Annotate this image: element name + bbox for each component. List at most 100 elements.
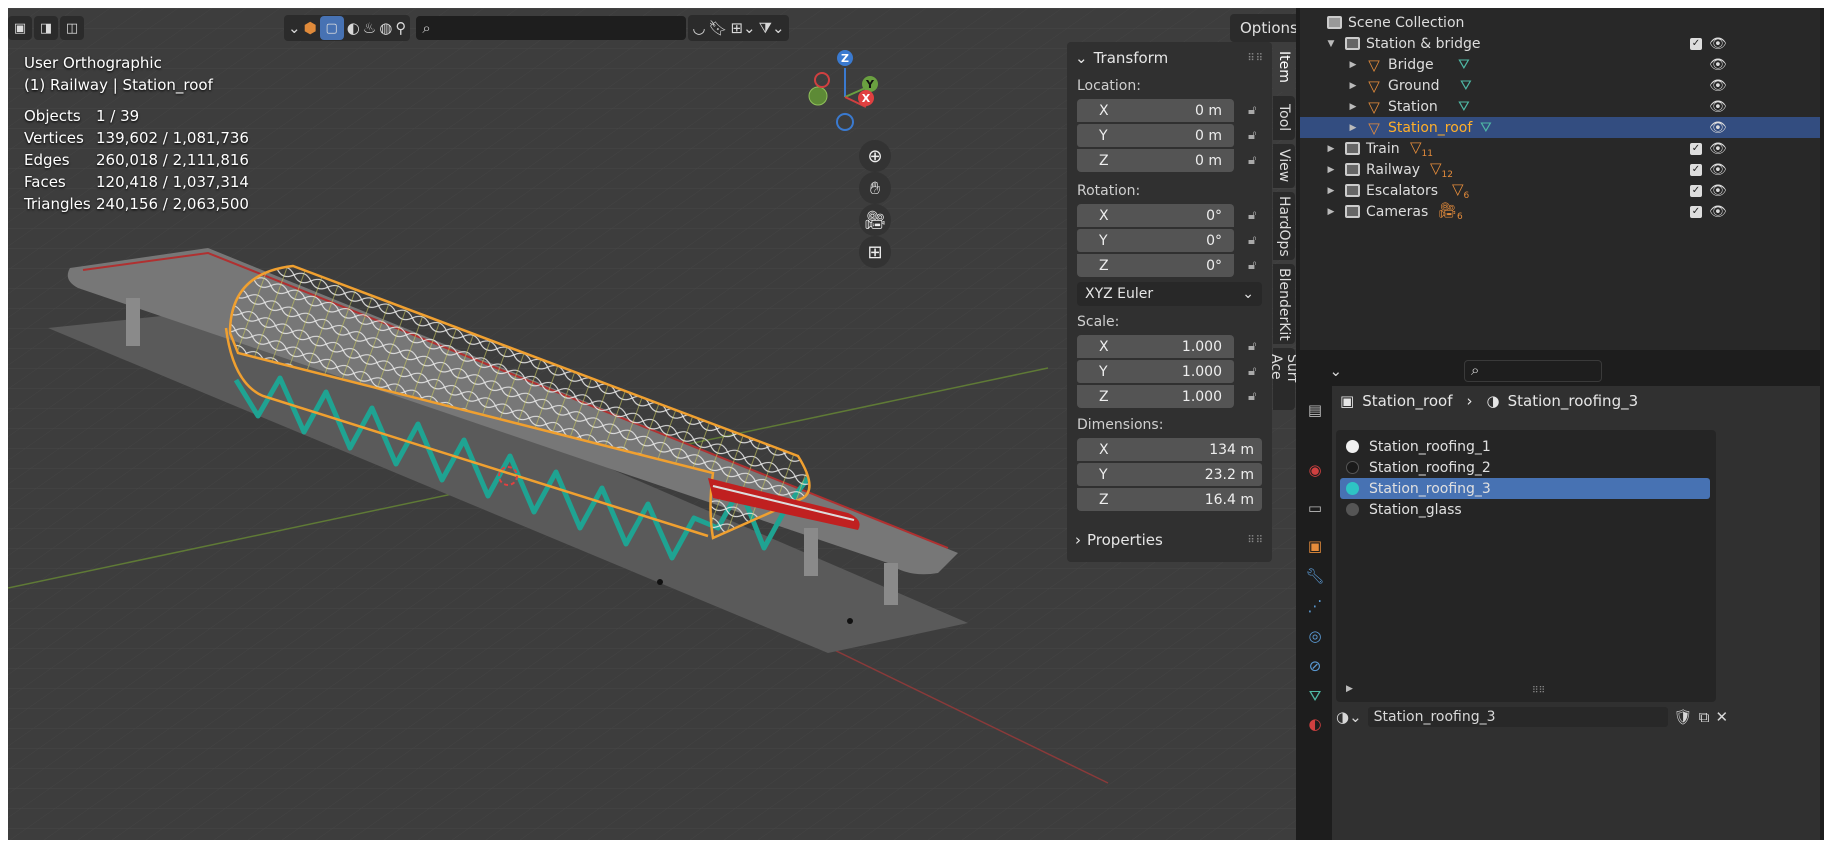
select-extend-icon[interactable]: ◨ (34, 16, 58, 40)
eye-icon[interactable]: 👁︎ (1709, 204, 1727, 220)
expand-right-icon[interactable]: ▶ (1324, 207, 1338, 217)
eye-icon[interactable]: 👁︎ (1709, 183, 1727, 199)
rotation-mode-dropdown[interactable]: XYZ Euler ⌄ (1077, 282, 1262, 306)
lock-icon[interactable]: 🔓︎ (1248, 364, 1256, 379)
mesh-data-icon[interactable]: ⛛ (1480, 120, 1492, 136)
rotation-x-field[interactable]: X 0° 🔓︎ (1067, 203, 1272, 228)
outliner-row-escalators[interactable]: ▶ Escalators ▽6 ✓ 👁︎ (1300, 180, 1820, 201)
modifier-tab-icon[interactable]: 🔧︎ (1305, 566, 1325, 586)
eye-icon[interactable]: 👁︎ (1709, 99, 1727, 115)
lock-icon[interactable]: 🔓︎ (1248, 258, 1256, 273)
collapse-icon[interactable]: ◡ (692, 19, 705, 37)
include-checkbox[interactable]: ✓ (1690, 205, 1702, 218)
scale-z-field[interactable]: Z 1.000 🔓︎ (1067, 384, 1272, 409)
mesh-data-icon[interactable]: ⛛ (1458, 57, 1470, 73)
expand-down-icon[interactable]: ▼ (1324, 39, 1338, 49)
tab-view[interactable]: View (1273, 144, 1295, 188)
include-checkbox[interactable]: ✓ (1690, 184, 1702, 197)
data-tab-icon[interactable]: ⛛ (1305, 686, 1325, 706)
material-slot[interactable]: Station_roofing_2 (1340, 457, 1710, 478)
object-tab-icon[interactable]: ▣ (1305, 536, 1325, 556)
hierarchy-icon[interactable]: ⊞⌄ (730, 19, 755, 37)
eye-icon[interactable]: 👁︎ (1709, 36, 1727, 52)
location-x-field[interactable]: X0 m 🔓︎ (1067, 98, 1272, 123)
eye-icon[interactable]: 👁︎ (1709, 120, 1727, 136)
expand-right-icon[interactable]: ▶ (1346, 102, 1360, 112)
viewport-search-field[interactable]: ⌕ (416, 16, 687, 40)
dimension-z-field[interactable]: Z 16.4 m (1067, 487, 1272, 512)
outliner-row-station[interactable]: ▶ ▽ Station ⛛ 👁︎ (1300, 96, 1820, 117)
include-checkbox[interactable]: ✓ (1690, 37, 1702, 50)
close-icon[interactable]: ✕ (1715, 708, 1728, 726)
outliner-row-cameras[interactable]: ▶ Cameras 🎥︎6 ✓ 👁︎ (1300, 201, 1820, 222)
pan-hand-icon[interactable]: ✋︎ (859, 172, 891, 204)
rendered-shading-icon[interactable]: ◍ (379, 19, 392, 37)
fake-user-icon[interactable]: 🛡︎ (1674, 708, 1693, 726)
rotation-z-field[interactable]: Z 0° 🔓︎ (1067, 253, 1272, 278)
particles-tab-icon[interactable]: ⋰ (1305, 596, 1325, 616)
properties-header[interactable]: › Properties ⠿⠿ (1067, 524, 1272, 556)
tab-blenderkit[interactable]: BlenderKit (1273, 264, 1295, 344)
expand-right-icon[interactable]: ▶ (1324, 165, 1338, 175)
lock-icon[interactable]: 🔓︎ (1248, 339, 1256, 354)
tab-hardops[interactable]: HardOps (1273, 192, 1295, 260)
lock-icon[interactable]: 🔓︎ (1248, 208, 1256, 223)
expand-right-icon[interactable]: ▶ (1346, 123, 1360, 133)
eye-icon[interactable]: 👁︎ (1709, 57, 1727, 73)
drag-handle-icon[interactable]: ⠿⠿ (1247, 53, 1264, 64)
eye-icon[interactable]: 👁︎ (1709, 162, 1727, 178)
world-tab-icon[interactable]: ◉ (1305, 460, 1325, 480)
material-slot[interactable]: Station_glass (1340, 499, 1710, 520)
filter-icon[interactable]: ⧩⌄ (759, 19, 785, 37)
outliner-row-train[interactable]: ▶ Train ▽11 ✓ 👁︎ (1300, 138, 1820, 159)
overlay-icon[interactable]: ⬢ (304, 19, 317, 37)
viewer-icon[interactable]: ⚲ (395, 19, 406, 37)
collection-tab-icon[interactable]: ▭ (1305, 498, 1325, 518)
select-box-icon[interactable]: ▣ (8, 16, 32, 40)
wireframe-shading-icon[interactable]: ▢ (319, 16, 344, 40)
mesh-data-icon[interactable]: ⛛ (1460, 78, 1472, 94)
outliner-row-ground[interactable]: ▶ ▽ Ground ⛛ 👁︎ (1300, 75, 1820, 96)
grid-toggle-icon[interactable]: ⊞ (859, 236, 891, 268)
duplicate-icon[interactable]: ⧉ (1699, 708, 1710, 726)
outliner[interactable]: Scene Collection ▼ Station & bridge ✓ 👁︎… (1300, 8, 1820, 350)
lock-icon[interactable]: 🔓︎ (1248, 389, 1256, 404)
scale-x-field[interactable]: X 1.000 🔓︎ (1067, 334, 1272, 359)
drag-handle-icon[interactable]: ⠿⠿ (1247, 535, 1264, 546)
include-checkbox[interactable]: ✓ (1690, 163, 1702, 176)
transform-header[interactable]: ⌄ Transform ⠿⠿ (1067, 42, 1272, 74)
location-y-field[interactable]: Y0 m 🔓︎ (1067, 123, 1272, 148)
tab-item[interactable]: Item (1273, 42, 1295, 92)
camera-icon[interactable]: 🎥︎ (859, 204, 891, 236)
options-button[interactable]: Options ⌄ (1230, 14, 1296, 42)
material-selector[interactable]: ◑⌄ Station_roofing_3 🛡︎ ⧉ ✕ (1336, 706, 1816, 728)
outliner-row-railway[interactable]: ▶ Railway ▽12 ✓ 👁︎ (1300, 159, 1820, 180)
material-tab-icon[interactable]: ◐ (1305, 714, 1325, 734)
3d-viewport[interactable]: Z Y X ▣ ◨ ◫ ⌄ ⬢ ▢ ◐ ♨ ◍ ⚲ ⌕ ◡ 🔖︎ ⊞⌄ ⧩⌄ O… (8, 8, 1296, 840)
lock-icon[interactable]: 🔓︎ (1248, 103, 1256, 118)
select-intersect-icon[interactable]: ◫ (60, 16, 84, 40)
physics-tab-icon[interactable]: ◎ (1305, 626, 1325, 646)
location-z-field[interactable]: Z0 m 🔓︎ (1067, 148, 1272, 173)
solid-shading-icon[interactable]: ◐ (347, 19, 360, 37)
bookmark-icon[interactable]: 🔖︎ (708, 19, 727, 37)
eye-icon[interactable]: 👁︎ (1709, 78, 1727, 94)
outliner-row-station-roof[interactable]: ▶ ▽ Station_roof ⛛ 👁︎ (1300, 117, 1820, 138)
material-browse-icon[interactable]: ◑⌄ (1336, 708, 1362, 726)
scene-collection-row[interactable]: Scene Collection (1320, 12, 1824, 33)
eye-icon[interactable]: 👁︎ (1709, 141, 1727, 157)
rotation-y-field[interactable]: Y 0° 🔓︎ (1067, 228, 1272, 253)
expand-right-icon[interactable]: ▶ (1324, 186, 1338, 196)
expand-right-icon[interactable]: ▶ (1346, 684, 1353, 694)
scale-y-field[interactable]: Y 1.000 🔓︎ (1067, 359, 1272, 384)
resize-handle-icon[interactable]: ⠿⠿ (1532, 686, 1545, 696)
mesh-data-icon[interactable]: ⛛ (1458, 99, 1470, 115)
tab-tool[interactable]: Tool (1273, 96, 1295, 140)
material-slot[interactable]: Station_roofing_3 (1340, 478, 1710, 499)
outliner-row-bridge[interactable]: ▶ ▽ Bridge ⛛ 👁︎ (1300, 54, 1820, 75)
tab-surf-ace[interactable]: Surf Ace (1268, 348, 1296, 410)
lock-icon[interactable]: 🔓︎ (1248, 153, 1256, 168)
constraints-tab-icon[interactable]: ⊘ (1305, 656, 1325, 676)
expand-right-icon[interactable]: ▶ (1324, 144, 1338, 154)
material-slot[interactable]: Station_roofing_1 (1340, 436, 1710, 457)
